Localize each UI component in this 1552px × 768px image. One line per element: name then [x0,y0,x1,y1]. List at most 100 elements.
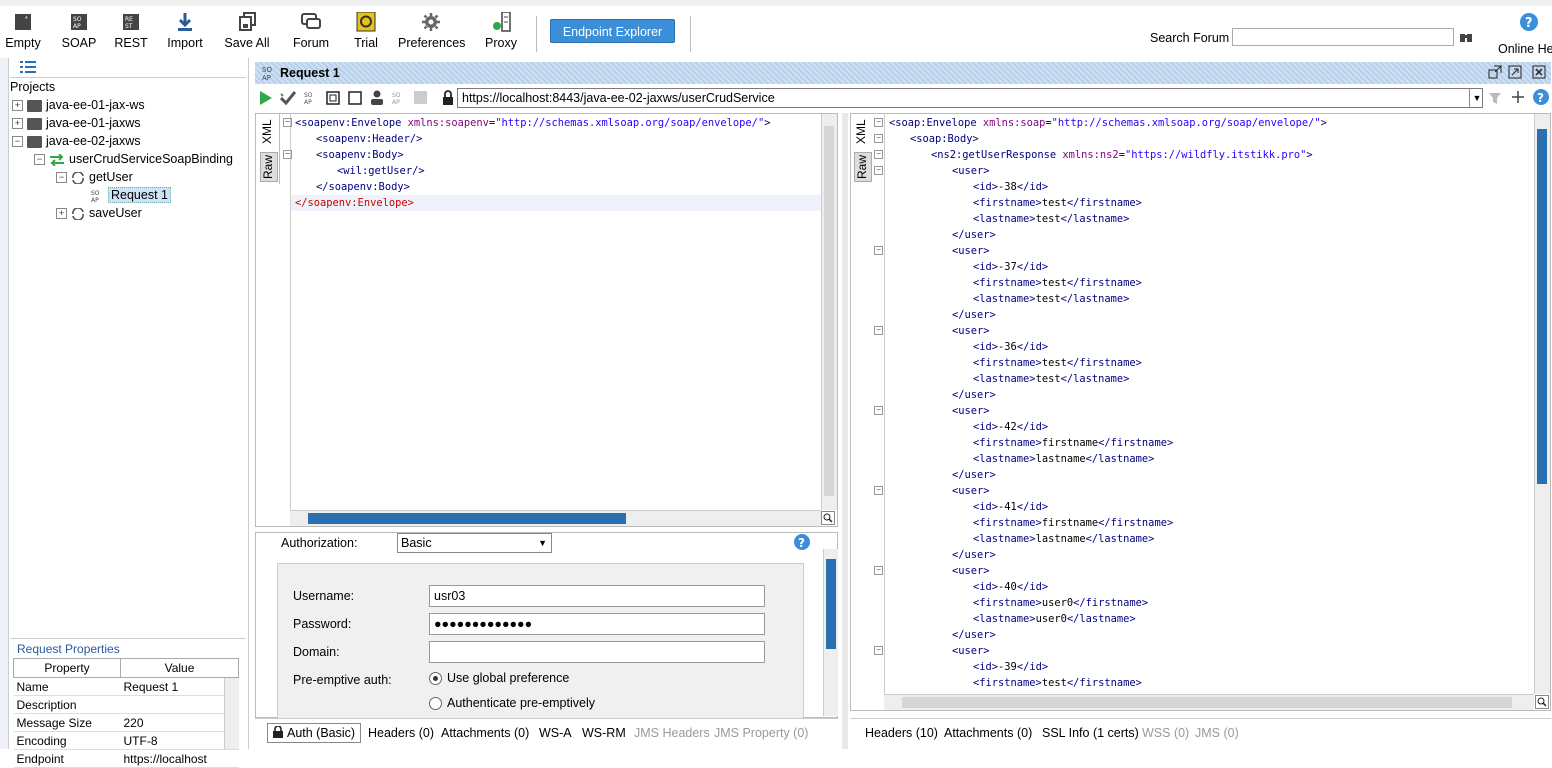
tree-item-project[interactable]: − java-ee-02-jaxws [12,132,140,150]
help-icon[interactable]: ? [1532,88,1550,106]
preferences-button[interactable]: Preferences [398,12,465,58]
table-row[interactable]: Message Size 220 [13,713,239,732]
tree-item-operation[interactable]: + saveUser [56,204,142,222]
scrollbar-thumb[interactable] [1537,129,1547,484]
property-value[interactable]: https://localhost [120,749,239,768]
tab-wss[interactable]: WSS (0) [1142,726,1189,740]
close-icon[interactable] [1532,65,1546,79]
request-vertical-scrollbar[interactable] [821,114,837,510]
response-horizontal-scrollbar[interactable] [884,694,1534,710]
split-divider[interactable] [842,113,848,749]
list-view-icon[interactable] [20,61,36,73]
user-icon[interactable] [369,89,385,105]
property-value[interactable] [120,695,239,714]
tree-item-binding[interactable]: − userCrudServiceSoapBinding [34,150,233,168]
tab-ws-rm[interactable]: WS-RM [582,726,626,740]
request-xml-editor[interactable]: − − <soapenv:Envelope xmlns:soapenv="htt… [283,114,822,510]
fold-marker-icon[interactable]: − [874,566,883,575]
save-all-button[interactable]: Save All [224,12,270,58]
column-header[interactable]: Value [120,658,239,678]
zoom-icon[interactable] [821,511,835,525]
tab-xml[interactable]: XML [854,118,870,146]
help-icon[interactable]: ? [793,533,811,551]
collapse-icon[interactable]: − [34,154,45,166]
radio-authenticate-preemptively[interactable]: Authenticate pre-emptively [429,696,595,711]
tree-item-request[interactable]: SO AP Request 1 [90,186,171,204]
soap-button[interactable]: SO AP SOAP [60,12,98,58]
property-value[interactable]: Request 1 [120,677,239,696]
fold-marker-icon[interactable]: − [874,134,883,143]
online-help-label[interactable]: Online He [1498,42,1552,56]
navigator-side-strip[interactable] [0,58,9,749]
tab-auth[interactable]: Auth (Basic) [267,723,362,743]
tab-jms-property[interactable]: JMS Property (0) [714,726,808,740]
maximize-icon[interactable] [1508,65,1522,79]
tab-xml[interactable]: XML [260,118,276,146]
stop-icon[interactable] [348,91,362,105]
tree-item-operation[interactable]: − getUser [56,168,133,186]
search-forum-input[interactable] [1232,28,1454,46]
table-row[interactable]: Endpoint https://localhost [13,749,239,768]
scrollbar-thumb[interactable] [824,126,834,496]
scrollbar-thumb[interactable] [308,513,626,524]
domain-field[interactable] [429,641,765,663]
tab-raw[interactable]: Raw [260,152,278,182]
radio-global-preference[interactable]: Use global preference [429,671,569,686]
property-value[interactable]: 220 [120,713,239,732]
collapse-icon[interactable]: − [12,136,23,148]
zoom-icon[interactable] [1535,695,1549,709]
column-header[interactable]: Property [13,658,121,678]
properties-scrollbar[interactable] [224,678,239,749]
tab-headers[interactable]: Headers (0) [368,726,434,740]
fold-marker-icon[interactable]: − [874,150,883,159]
expand-icon[interactable]: + [56,208,67,220]
tab-response-headers[interactable]: Headers (10) [865,726,938,740]
tab-ws-a[interactable]: WS-A [539,726,572,740]
chevron-down-icon[interactable]: ▼ [1469,88,1484,108]
proxy-button[interactable]: Proxy [482,12,520,58]
forum-button[interactable]: Forum [290,12,332,58]
trial-button[interactable]: Trial [348,12,384,58]
config-icon[interactable] [1487,90,1503,106]
add-icon[interactable] [1511,90,1525,104]
undock-icon[interactable] [1488,65,1502,79]
response-xml-editor[interactable]: <soap:Envelope xmlns:soap="http://schema… [884,114,1535,694]
tab-attachments[interactable]: Attachments (0) [441,726,529,740]
tree-item-project[interactable]: + java-ee-01-jax-ws [12,96,145,114]
binoculars-icon[interactable] [1459,31,1473,43]
tab-jms[interactable]: JMS (0) [1195,726,1239,740]
tab-response-attachments[interactable]: Attachments (0) [944,726,1032,740]
rest-button[interactable]: RE ST REST [112,12,150,58]
endpoint-url-field[interactable]: https://localhost:8443/java-ee-02-jaxws/… [457,88,1483,108]
password-field[interactable]: ●●●●●●●●●●●●● [429,613,765,635]
empty-button[interactable]: * Empty [4,12,42,58]
tab-jms-headers[interactable]: JMS Headers [634,726,710,740]
property-value[interactable]: UTF-8 [120,731,239,750]
fold-marker-icon[interactable]: − [874,486,883,495]
help-icon[interactable]: ? [1519,12,1539,32]
soap-tool-icon[interactable]: SOAP [304,90,318,106]
username-field[interactable]: usr03 [429,585,765,607]
fold-marker-icon[interactable]: − [874,246,883,255]
auth-vertical-scrollbar[interactable] [823,549,838,716]
tab-raw[interactable]: Raw [854,152,872,182]
authorization-select[interactable]: Basic ▼ [397,533,552,553]
expand-icon[interactable]: + [12,100,23,112]
fold-marker-icon[interactable]: − [874,326,883,335]
endpoint-explorer-button[interactable]: Endpoint Explorer [550,19,675,43]
import-button[interactable]: Import [164,12,206,58]
collapse-icon[interactable]: − [56,172,67,184]
soap-tool-icon[interactable]: SOAP [392,90,406,106]
table-row[interactable]: Encoding UTF-8 [13,731,239,750]
add-assertion-icon[interactable] [280,90,296,106]
table-row[interactable]: Name Request 1 [13,677,239,696]
fold-marker-icon[interactable]: − [874,646,883,655]
scrollbar-thumb[interactable] [902,697,1512,708]
tree-item-project[interactable]: + java-ee-01-jaxws [12,114,140,132]
fold-marker-icon[interactable]: − [874,166,883,175]
scrollbar-thumb[interactable] [826,559,836,649]
fold-marker-icon[interactable]: − [874,118,883,127]
fold-marker-icon[interactable]: − [283,150,292,159]
fold-marker-icon[interactable]: − [874,406,883,415]
run-icon[interactable] [259,90,273,106]
